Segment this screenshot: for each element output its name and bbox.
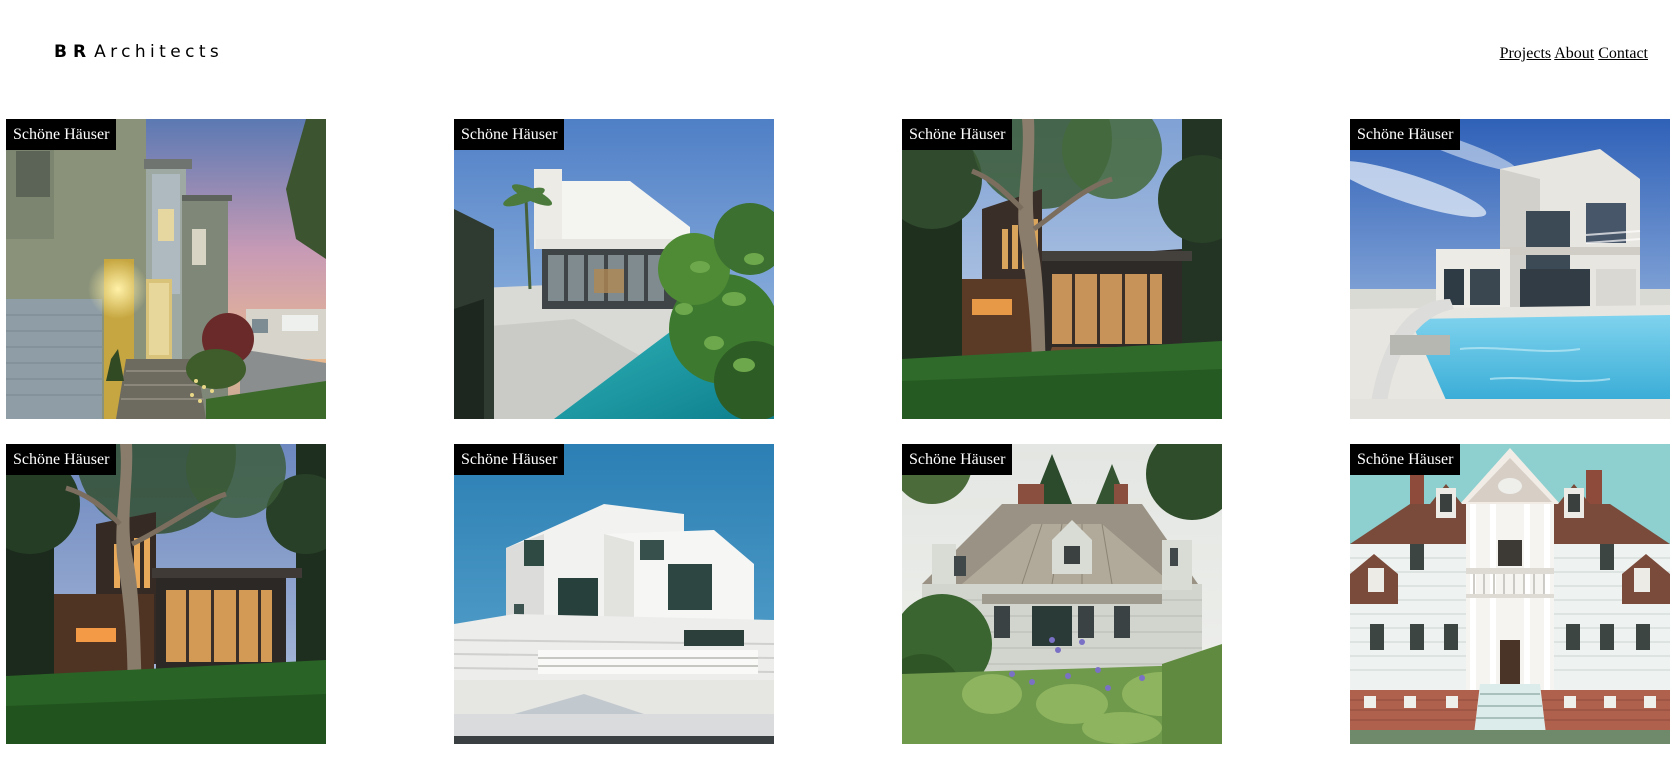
- project-image: [1350, 444, 1670, 744]
- project-image: [1350, 119, 1670, 419]
- project-card[interactable]: Schöne Häuser: [454, 119, 774, 419]
- project-card[interactable]: Schöne Häuser: [902, 119, 1222, 419]
- nav-projects-link[interactable]: Projects: [1500, 45, 1552, 62]
- project-label: Schöne Häuser: [6, 444, 117, 475]
- project-card[interactable]: Schöne Häuser: [6, 444, 326, 744]
- project-image: [902, 444, 1222, 744]
- project-card[interactable]: Schöne Häuser: [1350, 119, 1670, 419]
- logo-bold-text: BR: [54, 42, 93, 62]
- project-card[interactable]: Schöne Häuser: [1350, 444, 1670, 744]
- project-label: Schöne Häuser: [6, 119, 117, 150]
- project-image: [454, 119, 774, 419]
- project-label: Schöne Häuser: [902, 119, 1013, 150]
- logo-light-text: Architects: [94, 42, 224, 62]
- project-label: Schöne Häuser: [1350, 444, 1461, 475]
- project-label: Schöne Häuser: [454, 444, 565, 475]
- project-image: [902, 119, 1222, 419]
- project-label: Schöne Häuser: [1350, 119, 1461, 150]
- nav-contact-link[interactable]: Contact: [1598, 45, 1648, 62]
- project-label: Schöne Häuser: [902, 444, 1013, 475]
- project-label: Schöne Häuser: [454, 119, 565, 150]
- nav-about-link[interactable]: About: [1554, 45, 1594, 62]
- project-image: [6, 444, 326, 744]
- project-image: [454, 444, 774, 744]
- project-card[interactable]: Schöne Häuser: [6, 119, 326, 419]
- site-header: BR Architects Projects About Contact: [0, 0, 1676, 100]
- site-logo[interactable]: BR Architects: [54, 42, 223, 62]
- project-card[interactable]: Schöne Häuser: [902, 444, 1222, 744]
- project-card[interactable]: Schöne Häuser: [454, 444, 774, 744]
- main-nav: Projects About Contact: [1500, 44, 1648, 64]
- project-image: [6, 119, 326, 419]
